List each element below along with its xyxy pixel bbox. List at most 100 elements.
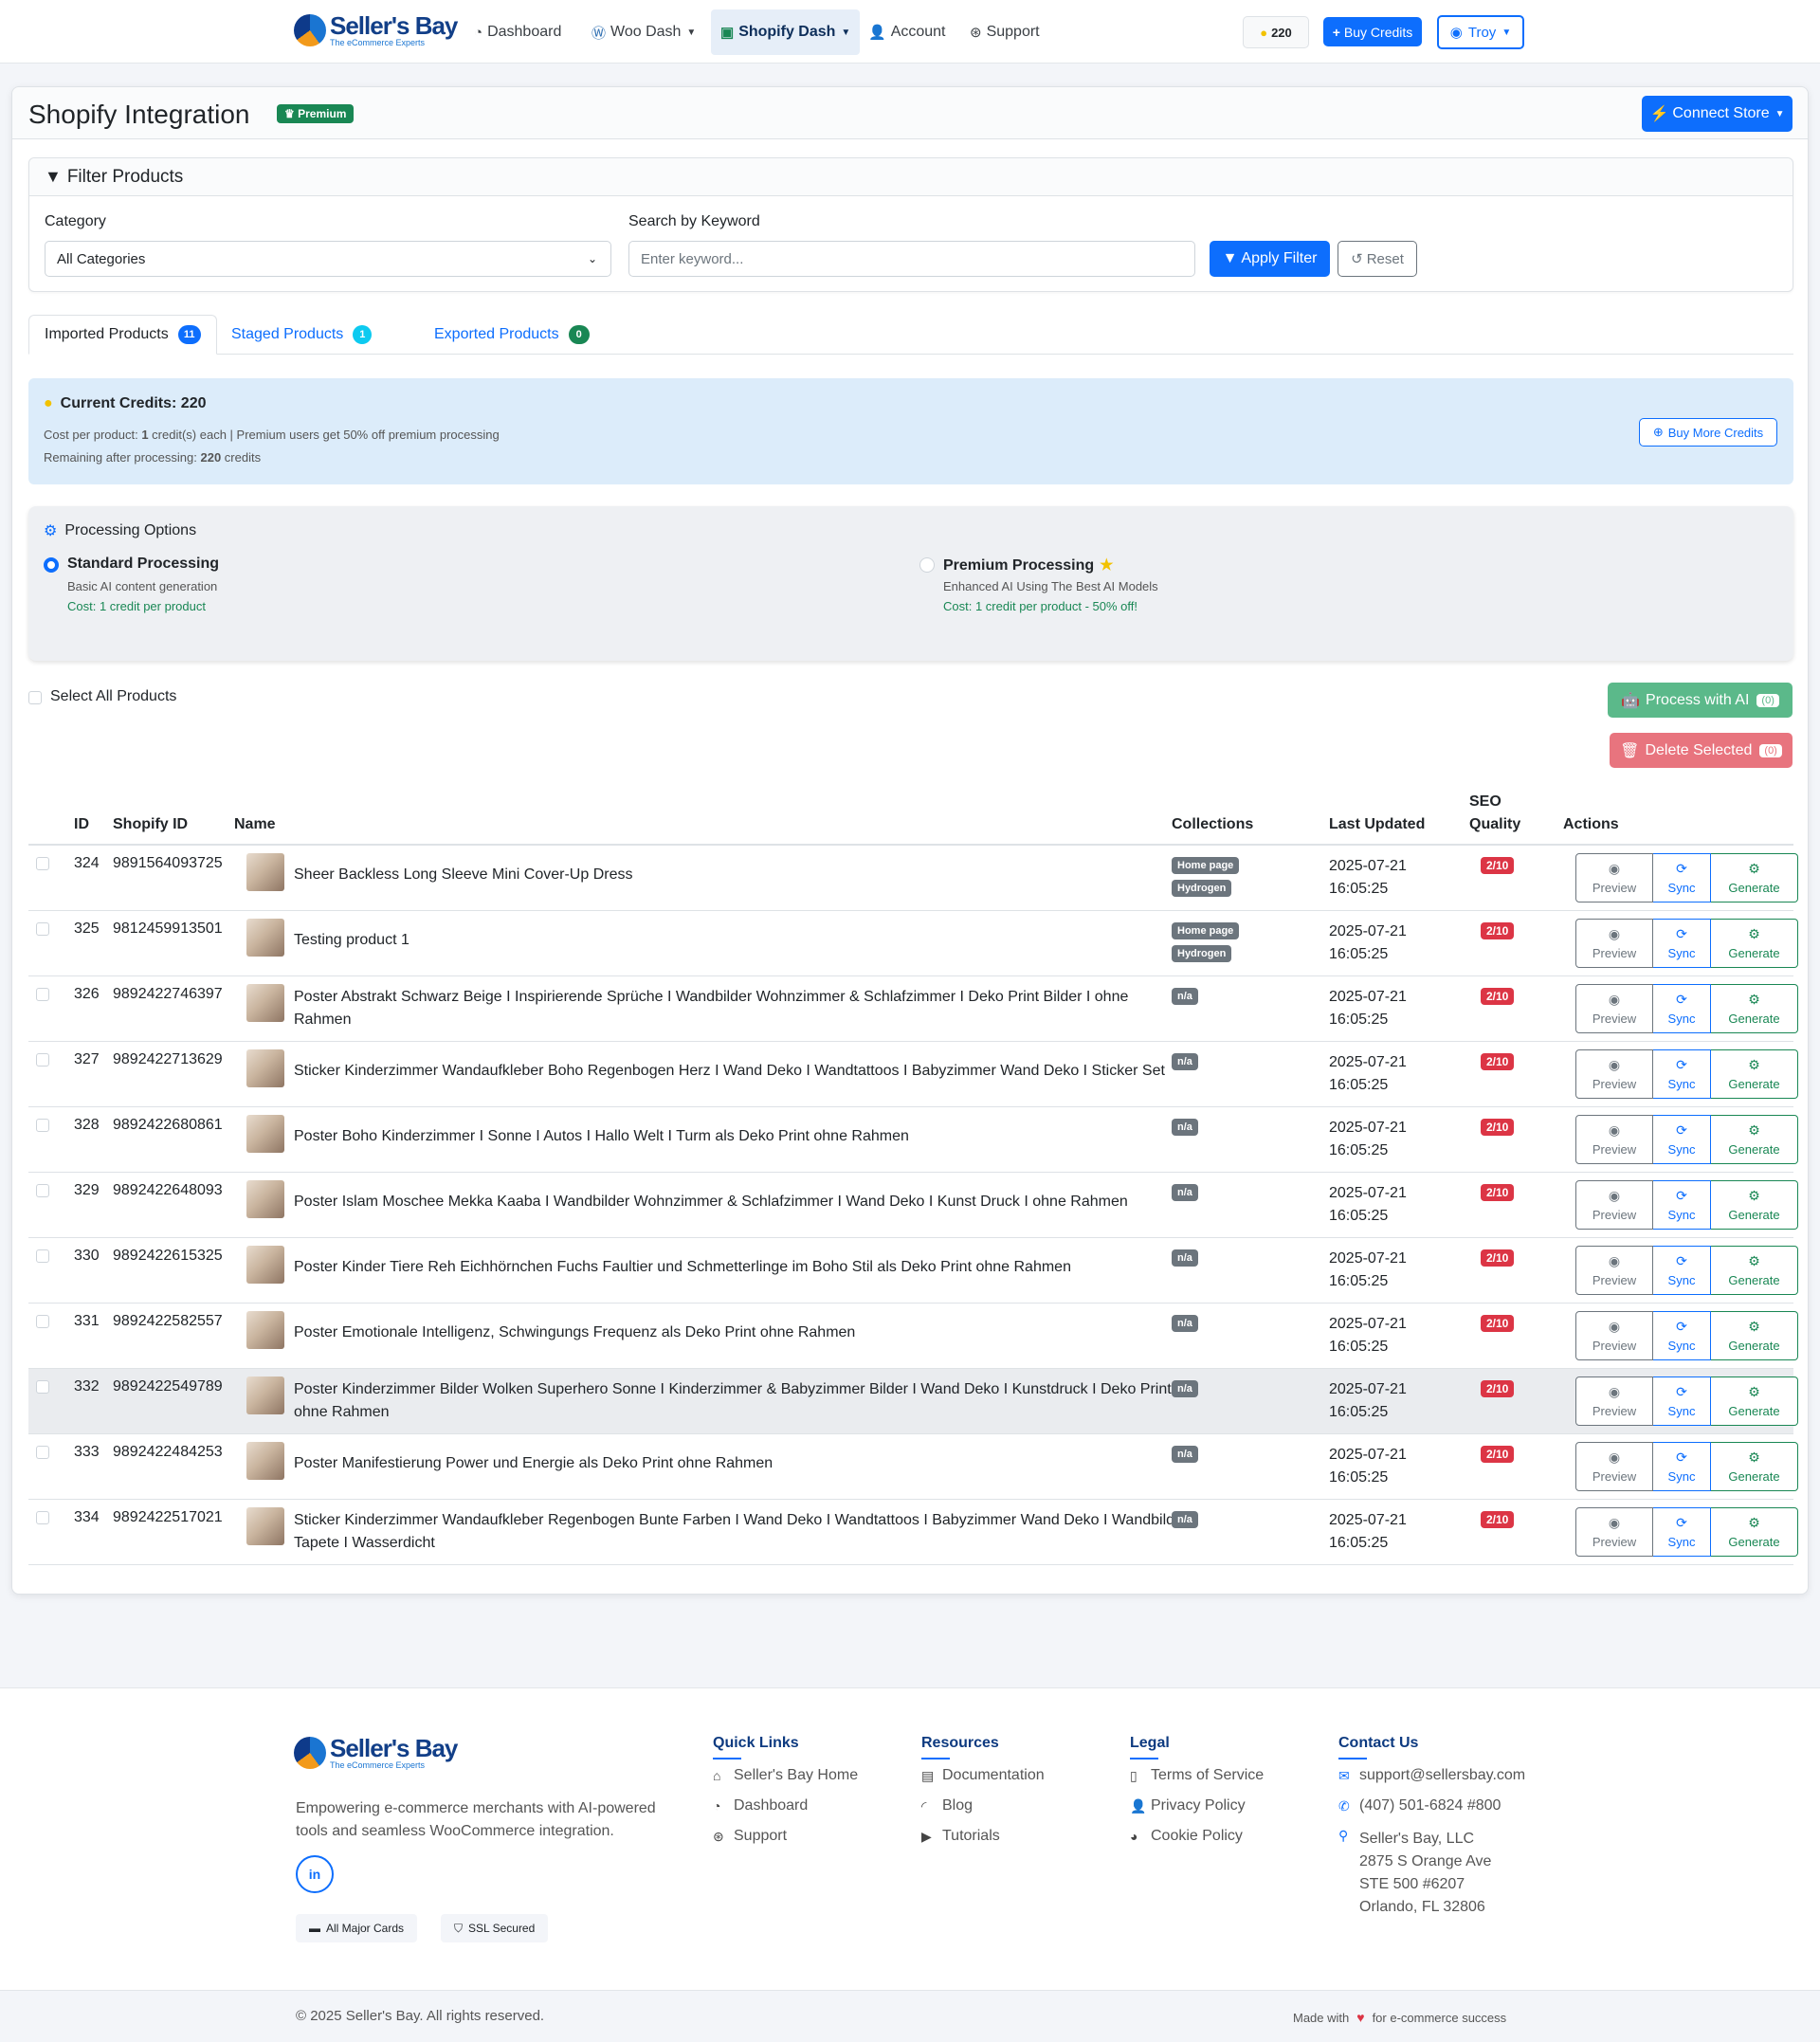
sync-button[interactable]: ⟳ Sync xyxy=(1653,1049,1711,1099)
product-name[interactable]: Poster Kinder Tiere Reh Eichhörnchen Fuc… xyxy=(294,1256,1185,1279)
cost-per-product-text: Cost per product: 1 credit(s) each | Pre… xyxy=(44,428,500,442)
generate-button[interactable]: ⚙ Generate xyxy=(1711,1377,1798,1426)
row-checkbox[interactable] xyxy=(36,1249,49,1263)
product-name[interactable]: Sticker Kinderzimmer Wandaufkleber Boho … xyxy=(294,1060,1185,1083)
preview-button[interactable]: ◉ Preview xyxy=(1575,1180,1653,1230)
tab-staged-products[interactable]: Staged Products 1 xyxy=(216,315,387,355)
buy-more-credits-button[interactable]: ⊕ Buy More Credits xyxy=(1639,418,1777,447)
footer-link-home[interactable]: ⌂ Seller's Bay Home xyxy=(713,1767,858,1784)
preview-button[interactable]: ◉ Preview xyxy=(1575,984,1653,1033)
row-checkbox[interactable] xyxy=(36,1119,49,1132)
preview-button[interactable]: ◉ Preview xyxy=(1575,1442,1653,1491)
row-checkbox[interactable] xyxy=(36,1315,49,1328)
sync-button[interactable]: ⟳ Sync xyxy=(1653,1115,1711,1164)
product-thumbnail xyxy=(246,1507,284,1545)
footer-link-blog[interactable]: ◜ Blog xyxy=(921,1797,973,1814)
row-checkbox[interactable] xyxy=(36,857,49,870)
product-name[interactable]: Testing product 1 xyxy=(294,929,1185,952)
nav-woo-dash[interactable]: Ⓦ Woo Dash ▼ xyxy=(582,9,705,55)
lifebuoy-icon: ⊛ xyxy=(713,1828,724,1844)
footer-logo[interactable]: Seller's Bay The eCommerce Experts xyxy=(294,1736,458,1770)
product-name[interactable]: Poster Boho Kinderzimmer I Sonne I Autos… xyxy=(294,1125,1185,1148)
footer-link-documentation[interactable]: ▤ Documentation xyxy=(921,1767,1045,1784)
user-menu-button[interactable]: ◉ Troy ▼ xyxy=(1437,15,1524,49)
row-checkbox[interactable] xyxy=(36,1446,49,1459)
collection-badge: Home page xyxy=(1172,922,1240,939)
tab-imported-products[interactable]: Imported Products 11 xyxy=(28,315,217,355)
product-name[interactable]: Poster Kinderzimmer Bilder Wolken Superh… xyxy=(294,1378,1185,1424)
category-select[interactable]: All Categories ⌄ xyxy=(45,241,611,277)
footer-link-support[interactable]: ⊛ Support xyxy=(713,1828,787,1845)
product-name[interactable]: Sticker Kinderzimmer Wandaufkleber Regen… xyxy=(294,1509,1185,1555)
buy-credits-button[interactable]: + Buy Credits xyxy=(1323,17,1422,46)
sync-button[interactable]: ⟳ Sync xyxy=(1653,1311,1711,1360)
product-name[interactable]: Poster Islam Moschee Mekka Kaaba I Wandb… xyxy=(294,1191,1185,1213)
footer-link-dashboard[interactable]: ◔ Dashboard xyxy=(713,1797,808,1814)
footer-link-terms[interactable]: ▯ Terms of Service xyxy=(1130,1767,1264,1784)
preview-button[interactable]: ◉ Preview xyxy=(1575,1377,1653,1426)
sync-button[interactable]: ⟳ Sync xyxy=(1653,853,1711,902)
generate-button[interactable]: ⚙ Generate xyxy=(1711,1507,1798,1557)
generate-button[interactable]: ⚙ Generate xyxy=(1711,1311,1798,1360)
sync-button[interactable]: ⟳ Sync xyxy=(1653,1442,1711,1491)
sync-button[interactable]: ⟳ Sync xyxy=(1653,984,1711,1033)
footer-email-link[interactable]: ✉ support@sellersbay.com xyxy=(1338,1767,1525,1784)
product-name[interactable]: Poster Emotionale Intelligenz, Schwingun… xyxy=(294,1322,1185,1344)
nav-support[interactable]: ⊛ Support xyxy=(960,9,1049,55)
preview-button[interactable]: ◉ Preview xyxy=(1575,1049,1653,1099)
sync-button[interactable]: ⟳ Sync xyxy=(1653,1507,1711,1557)
row-checkbox[interactable] xyxy=(36,922,49,936)
preview-button[interactable]: ◉ Preview xyxy=(1575,919,1653,968)
sync-button[interactable]: ⟳ Sync xyxy=(1653,1377,1711,1426)
generate-button[interactable]: ⚙ Generate xyxy=(1711,1442,1798,1491)
footer-link-cookie[interactable]: ◕ Cookie Policy xyxy=(1130,1828,1243,1845)
footer-link-privacy[interactable]: 👤 Privacy Policy xyxy=(1130,1797,1246,1814)
product-name[interactable]: Poster Abstrakt Schwarz Beige I Inspirie… xyxy=(294,986,1185,1031)
product-name[interactable]: Poster Manifestierung Power und Energie … xyxy=(294,1452,1185,1475)
apply-filter-button[interactable]: ▼ Apply Filter xyxy=(1210,241,1330,277)
generate-button[interactable]: ⚙ Generate xyxy=(1711,919,1798,968)
house-icon: ⌂ xyxy=(713,1768,721,1783)
process-with-ai-button[interactable]: 🤖 Process with AI (0) xyxy=(1608,683,1793,718)
standard-processing-radio[interactable] xyxy=(44,557,59,573)
generate-button[interactable]: ⚙ Generate xyxy=(1711,1180,1798,1230)
product-name[interactable]: Sheer Backless Long Sleeve Mini Cover-Up… xyxy=(294,864,1185,886)
row-checkbox[interactable] xyxy=(36,1053,49,1067)
nav-shopify-dash[interactable]: ▣ Shopify Dash ▼ xyxy=(711,9,861,55)
preview-button[interactable]: ◉ Preview xyxy=(1575,1246,1653,1295)
generate-button[interactable]: ⚙ Generate xyxy=(1711,984,1798,1033)
nav-dashboard[interactable]: ◔ Dashboard xyxy=(464,9,571,55)
generate-button[interactable]: ⚙ Generate xyxy=(1711,1049,1798,1099)
credit-balance-chip[interactable]: ● 220 xyxy=(1243,16,1309,48)
sync-button[interactable]: ⟳ Sync xyxy=(1653,1180,1711,1230)
delete-selected-button[interactable]: 🗑 Delete Selected (0) xyxy=(1610,733,1793,768)
generate-button[interactable]: ⚙ Generate xyxy=(1711,1246,1798,1295)
generate-button[interactable]: ⚙ Generate xyxy=(1711,1115,1798,1164)
tab-exported-products[interactable]: Exported Products 0 xyxy=(419,315,605,355)
nav-account[interactable]: 👤 Account xyxy=(859,9,956,55)
preview-button[interactable]: ◉ Preview xyxy=(1575,853,1653,902)
row-checkbox[interactable] xyxy=(36,988,49,1001)
eye-icon: ◉ xyxy=(1608,1384,1621,1399)
generate-button[interactable]: ⚙ Generate xyxy=(1711,853,1798,902)
sync-icon: ⟳ xyxy=(1676,1319,1687,1334)
sync-button[interactable]: ⟳ Sync xyxy=(1653,1246,1711,1295)
row-checkbox[interactable] xyxy=(36,1380,49,1394)
preview-button[interactable]: ◉ Preview xyxy=(1575,1507,1653,1557)
preview-button[interactable]: ◉ Preview xyxy=(1575,1115,1653,1164)
reset-button[interactable]: ↺ Reset xyxy=(1338,241,1417,277)
connect-store-button[interactable]: ⚡ Connect Store ▼ xyxy=(1642,96,1793,132)
sync-button[interactable]: ⟳ Sync xyxy=(1653,919,1711,968)
brand-logo[interactable]: Seller's Bay The eCommerce Experts xyxy=(294,13,458,47)
keyword-input[interactable] xyxy=(628,241,1195,277)
preview-button[interactable]: ◉ Preview xyxy=(1575,1311,1653,1360)
footer-link-tutorials[interactable]: ▶ Tutorials xyxy=(921,1828,1000,1845)
seo-quality-badge: 2/10 xyxy=(1481,1446,1515,1463)
row-checkbox[interactable] xyxy=(36,1184,49,1197)
row-checkbox[interactable] xyxy=(36,1511,49,1524)
select-all-checkbox[interactable] xyxy=(28,691,42,704)
linkedin-icon[interactable]: in xyxy=(296,1855,334,1893)
premium-processing-radio[interactable] xyxy=(919,557,935,573)
collection-badge: Hydrogen xyxy=(1172,945,1232,962)
footer-phone-link[interactable]: ✆ (407) 501-6824 #800 xyxy=(1338,1797,1501,1814)
